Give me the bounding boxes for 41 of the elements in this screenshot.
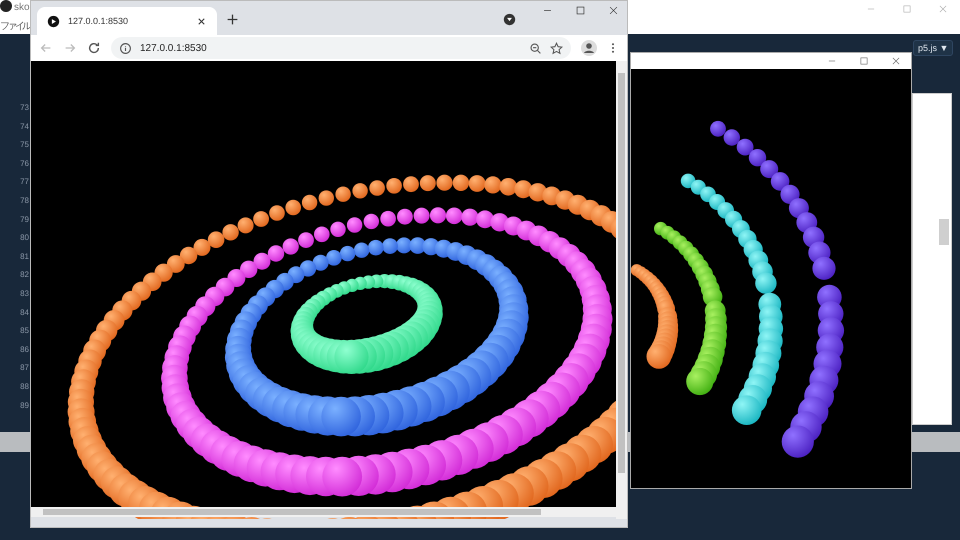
dropdown-icon[interactable]: [503, 13, 516, 26]
close-icon[interactable]: [891, 56, 901, 66]
line-number: 79: [20, 214, 30, 226]
line-number: 73: [20, 102, 30, 114]
line-number: 84: [20, 306, 30, 319]
line-number: 83: [20, 288, 30, 300]
close-icon[interactable]: [608, 5, 619, 16]
app-logo-icon: [0, 0, 12, 12]
line-number: 74: [20, 120, 30, 133]
line-number: 78: [20, 194, 30, 207]
reload-icon[interactable]: [87, 41, 101, 55]
scrollbar-thumb[interactable]: [939, 219, 949, 245]
line-number: 82: [20, 269, 30, 282]
address-bar[interactable]: 127.0.0.1:8530: [111, 37, 571, 59]
mode-dropdown[interactable]: p5.js ▼: [913, 40, 954, 56]
info-icon: [119, 42, 132, 54]
line-number: 80: [20, 232, 30, 244]
browser-tab[interactable]: 127.0.0.1:8530: [37, 7, 217, 35]
zoom-icon[interactable]: [529, 42, 542, 54]
horizontal-scrollbar[interactable]: [31, 507, 618, 517]
line-number: 76: [20, 158, 30, 170]
tab-title: 127.0.0.1:8530: [68, 16, 130, 26]
url-text: 127.0.0.1:8530: [140, 42, 208, 54]
line-number: 75: [20, 139, 30, 152]
menu-item[interactable]: ファイル: [0, 19, 30, 33]
play-icon[interactable]: [47, 14, 60, 28]
line-number: 88: [20, 380, 30, 393]
maximize-icon[interactable]: [859, 56, 869, 66]
star-icon[interactable]: [550, 42, 563, 54]
line-number: 81: [20, 250, 30, 263]
line-number: 86: [20, 344, 30, 356]
line-number: 77: [20, 176, 30, 188]
close-icon[interactable]: [196, 16, 207, 26]
plus-icon[interactable]: [226, 13, 239, 26]
line-number: 87: [20, 362, 30, 374]
profile-icon[interactable]: [581, 40, 597, 56]
line-number: 85: [20, 325, 30, 338]
window-title: sko: [14, 2, 30, 13]
vertical-scrollbar[interactable]: [616, 61, 627, 519]
maximize-icon[interactable]: [575, 5, 586, 16]
line-number: 89: [20, 400, 30, 412]
